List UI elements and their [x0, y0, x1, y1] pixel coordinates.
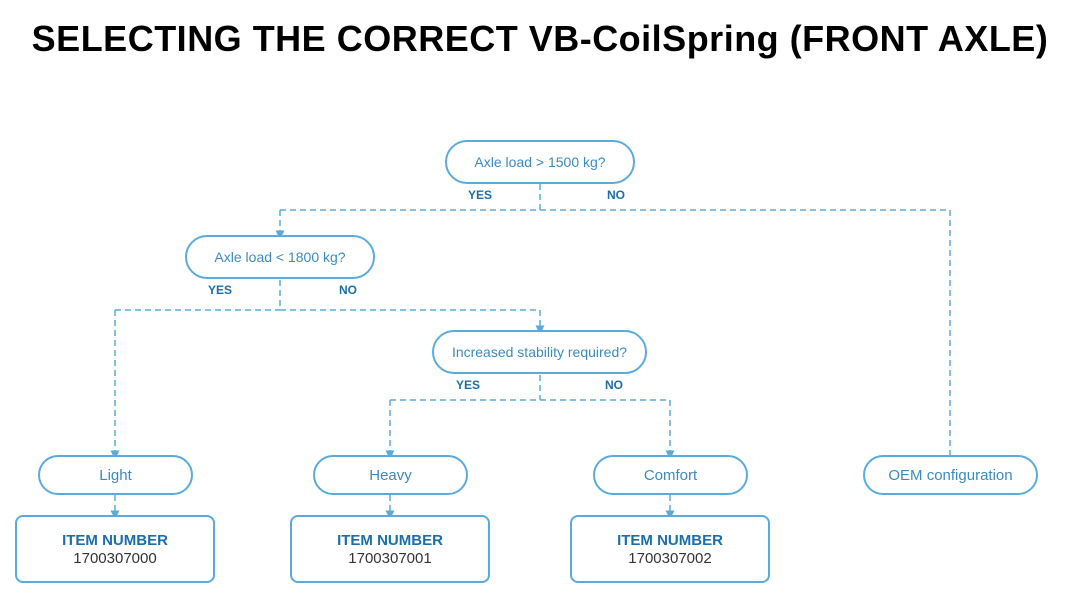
diagram-area: Axle load > 1500 kg? YES NO Axle load < … [0, 80, 1080, 590]
decision-axle-load-1500: Axle load > 1500 kg? [445, 140, 635, 184]
page-title: SELECTING THE CORRECT VB-CoilSpring (FRO… [0, 0, 1080, 70]
item-1-number: 1700307001 [348, 550, 431, 567]
d3-yes-label: YES [456, 378, 480, 392]
item-2-label: ITEM NUMBER [617, 531, 723, 551]
item-0-number: 1700307000 [73, 550, 156, 567]
item-box-0: ITEM NUMBER 1700307000 [15, 515, 215, 583]
item-2-number: 1700307002 [628, 550, 711, 567]
item-box-1: ITEM NUMBER 1700307001 [290, 515, 490, 583]
result-comfort: Comfort [593, 455, 748, 495]
d1-yes-label: YES [468, 188, 492, 202]
result-light: Light [38, 455, 193, 495]
item-0-label: ITEM NUMBER [62, 531, 168, 551]
result-heavy: Heavy [313, 455, 468, 495]
result-oem: OEM configuration [863, 455, 1038, 495]
d3-no-label: NO [605, 378, 623, 392]
decision-stability: Increased stability required? [432, 330, 647, 374]
d2-yes-label: YES [208, 283, 232, 297]
item-1-label: ITEM NUMBER [337, 531, 443, 551]
d1-no-label: NO [607, 188, 625, 202]
d2-no-label: NO [339, 283, 357, 297]
decision-axle-load-1800: Axle load < 1800 kg? [185, 235, 375, 279]
item-box-2: ITEM NUMBER 1700307002 [570, 515, 770, 583]
